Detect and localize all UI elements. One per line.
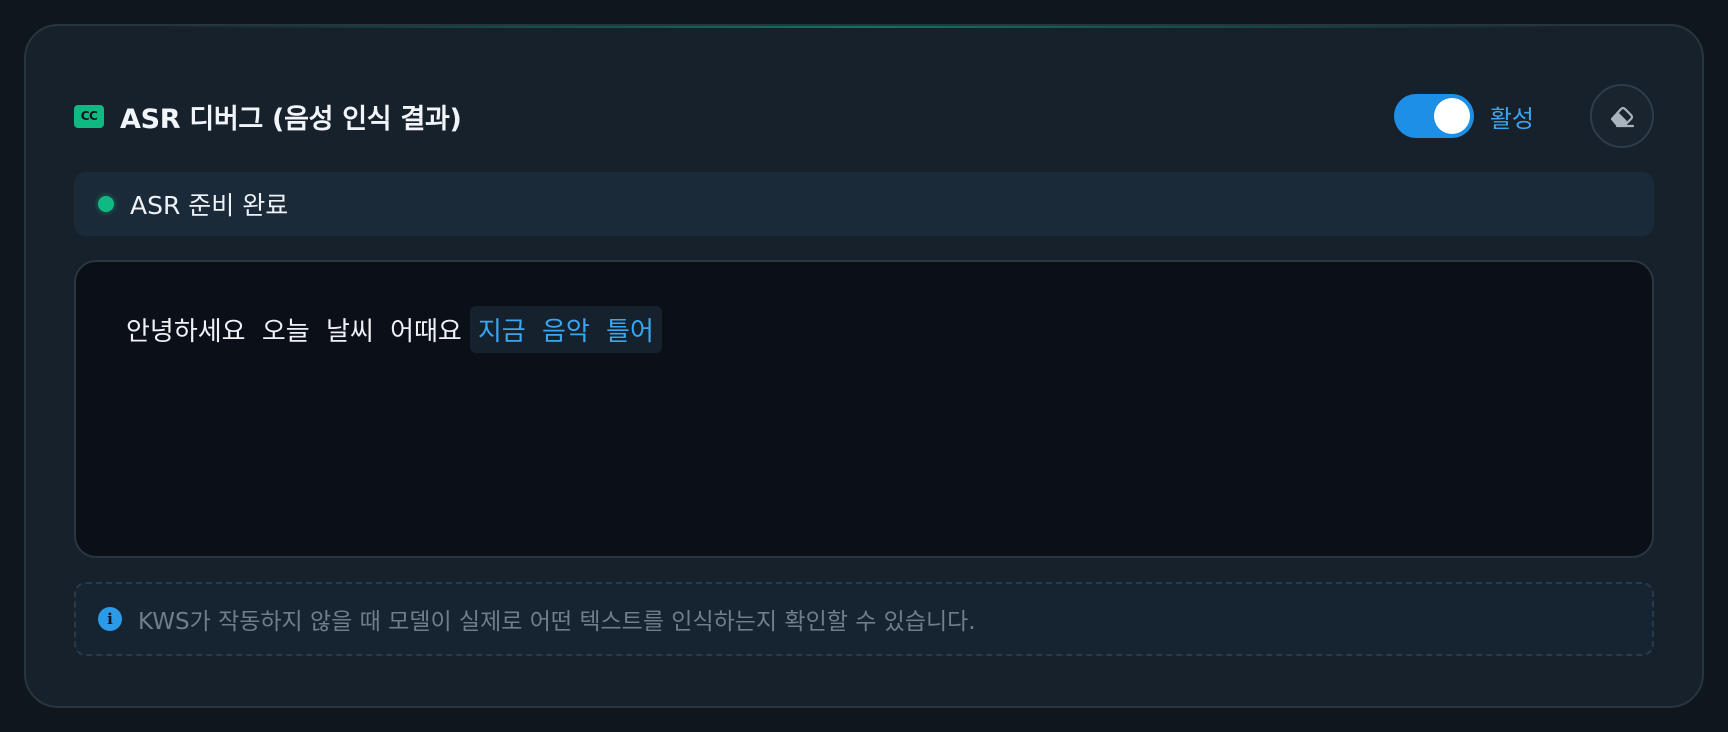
info-text: KWS가 작동하지 않을 때 모델이 실제로 어떤 텍스트를 인식하는지 확인할… (138, 609, 976, 635)
transcript-area: 안녕하세요 오늘 날씨 어때요 지금 음악 틀어 (74, 260, 1654, 558)
transcript-line: 안녕하세요 오늘 날씨 어때요 지금 음악 틀어 (126, 306, 1602, 353)
panel-header: CC ASR 디버그 (음성 인식 결과) 활성 (74, 76, 1654, 156)
toggle-knob (1433, 98, 1470, 134)
asr-status-bar: ASR 준비 완료 (74, 172, 1654, 236)
status-indicator-dot (98, 196, 114, 212)
clear-transcript-button[interactable] (1590, 84, 1654, 148)
panel-title: ASR 디버그 (음성 인식 결과) (120, 103, 462, 135)
asr-debug-panel: CC ASR 디버그 (음성 인식 결과) 활성 ASR 준비 완료 안녕하세요… (24, 24, 1704, 708)
closed-caption-icon: CC (74, 104, 104, 128)
partial-transcript-text: 지금 음악 틀어 (469, 306, 662, 353)
status-text: ASR 준비 완료 (130, 191, 289, 220)
final-transcript-text: 안녕하세요 오늘 날씨 어때요 (126, 317, 462, 347)
info-note: i KWS가 작동하지 않을 때 모델이 실제로 어떤 텍스트를 인식하는지 확… (74, 582, 1654, 656)
toggle-label: 활성 (1489, 104, 1534, 133)
info-icon: i (98, 607, 122, 631)
asr-enable-toggle[interactable] (1393, 94, 1474, 138)
eraser-icon (1610, 106, 1635, 128)
